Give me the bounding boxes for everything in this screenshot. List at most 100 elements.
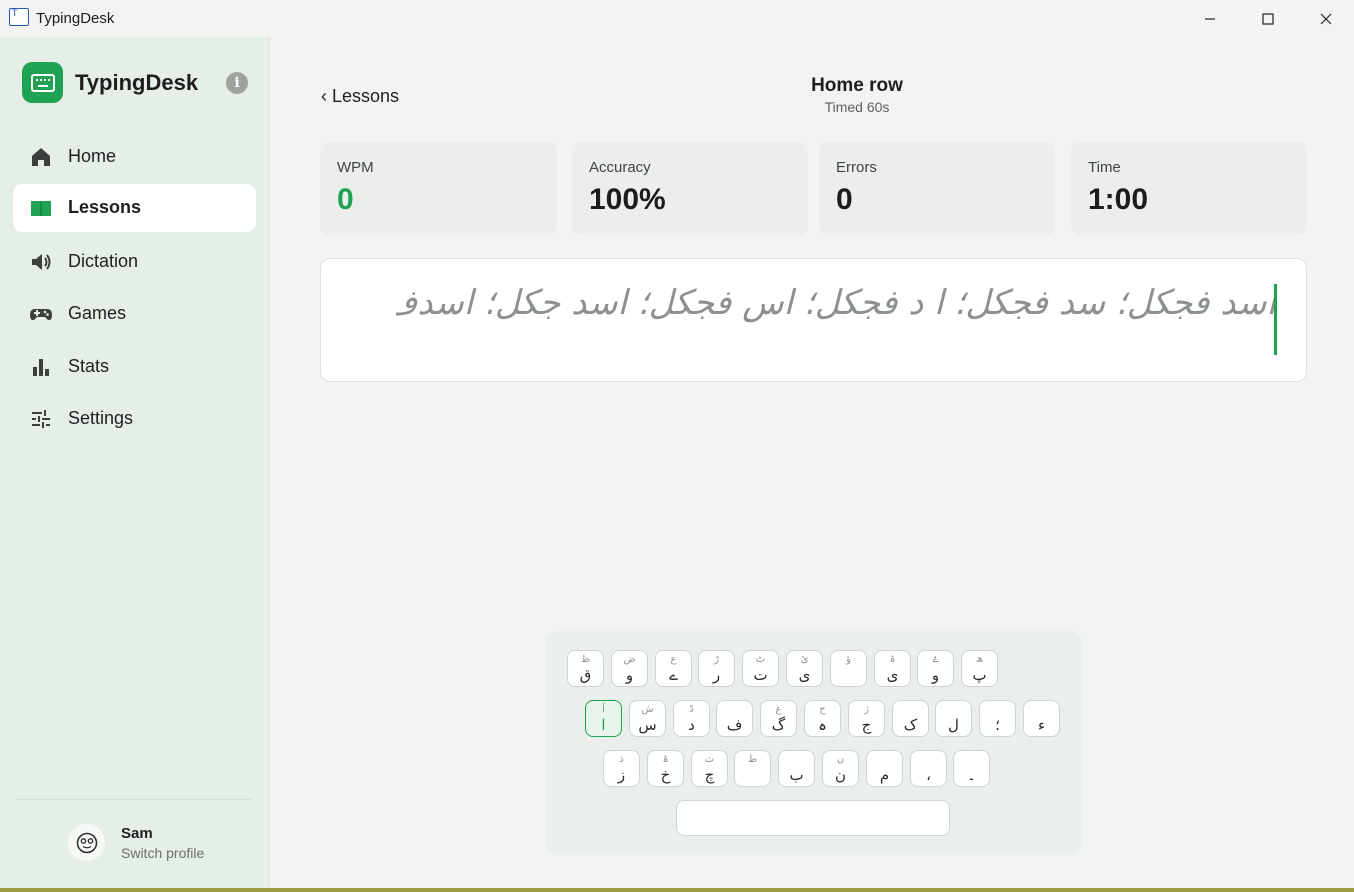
key-shift-char: غ (775, 704, 782, 715)
info-icon[interactable]: i (226, 72, 248, 94)
desktop-strip (0, 888, 1354, 892)
title-bar: T TypingDesk (0, 0, 1354, 37)
sidebar-item-label: Home (68, 146, 117, 166)
sidebar-item-label: Stats (68, 356, 110, 376)
keyboard-key[interactable]: ۃی (874, 650, 911, 687)
keyboard-key[interactable]: ء (1023, 700, 1060, 737)
minimize-button[interactable] (1181, 0, 1239, 37)
home-icon (32, 148, 50, 166)
key-main-char: و (931, 666, 940, 684)
maximize-button[interactable] (1239, 0, 1297, 37)
keyboard-key[interactable]: ۓو (917, 650, 954, 687)
stat-value: 1:00 (1088, 183, 1149, 216)
sidebar: TypingDesk i Home Lessons Dictation Game… (0, 37, 270, 892)
speaker-icon (32, 254, 51, 270)
keyboard-key[interactable]: عے (655, 650, 692, 687)
key-main-char: ؛ (995, 716, 1000, 734)
keyboard-key[interactable]: ک (892, 700, 929, 737)
keyboard-key[interactable]: ب (778, 750, 815, 787)
stat-value: 100% (589, 183, 666, 216)
key-shift-char: ؤ (846, 654, 851, 665)
keyboard-key[interactable]: ، (910, 750, 947, 787)
keyboard-key[interactable]: ظق (567, 650, 604, 687)
keyboard-key[interactable]: شس (629, 700, 666, 737)
key-main-char: چ (704, 766, 715, 784)
bar-chart-icon (33, 359, 49, 376)
keyboard-key[interactable]: ںن (822, 750, 859, 787)
book-icon (31, 201, 51, 216)
key-main-char: ا (601, 716, 606, 734)
profile-name[interactable]: Sam (121, 825, 153, 842)
key-shift-char: ذ (619, 754, 624, 765)
typing-area[interactable]: اسد فجکل؛ سد فجکل؛ ا د فجکل؛ اس فجکل؛ اس… (320, 258, 1307, 382)
keyboard-key[interactable]: ؤ (830, 650, 867, 687)
keyboard-key[interactable]: ۔ (953, 750, 990, 787)
key-shift-char: ژ (864, 704, 869, 715)
sidebar-item-home[interactable]: Home (13, 133, 256, 181)
keyboard-key[interactable]: ڑر (698, 650, 735, 687)
key-shift-char: ظ (580, 654, 591, 665)
sidebar-item-label: Games (68, 303, 127, 323)
sidebar-item-settings[interactable]: Settings (13, 395, 256, 443)
stat-label: WPM (337, 159, 374, 176)
keyboard-key[interactable]: ف (716, 700, 753, 737)
keyboard-key[interactable]: ط (734, 750, 771, 787)
face-icon (76, 832, 97, 853)
keyboard-key[interactable]: ڈد (673, 700, 710, 737)
keyboard-key[interactable]: ذز (603, 750, 640, 787)
lesson-subtitle: Timed 60s (824, 99, 890, 115)
maximize-icon (1262, 12, 1274, 25)
key-shift-char: ٹ (755, 654, 766, 665)
keyboard-key[interactable]: ل (935, 700, 972, 737)
key-main-char: ک (903, 716, 918, 734)
sidebar-item-dictation[interactable]: Dictation (13, 238, 256, 286)
keyboard-key[interactable]: ٹت (742, 650, 779, 687)
space-key[interactable] (676, 800, 950, 836)
switch-profile-link[interactable]: Switch profile (121, 845, 204, 861)
keyboard-key[interactable]: ؛ (979, 700, 1016, 737)
sidebar-item-lessons[interactable]: Lessons (13, 184, 256, 232)
sidebar-item-label: Lessons (68, 197, 142, 217)
sidebar-item-label: Dictation (68, 251, 139, 271)
gamepad-icon (30, 309, 52, 321)
avatar[interactable] (68, 824, 105, 861)
key-main-char: خ (660, 766, 671, 784)
key-shift-char: ۃ (889, 654, 896, 665)
key-main-char: ر (712, 666, 721, 684)
sidebar-item-games[interactable]: Games (13, 290, 256, 338)
stat-label: Accuracy (589, 159, 651, 176)
keyboard-key[interactable]: آا (585, 700, 622, 737)
key-shift-char: ۓ (932, 654, 939, 665)
keyboard-key[interactable]: ژج (848, 700, 885, 737)
app-icon: T (9, 8, 29, 26)
key-shift-char: ئ (800, 654, 809, 665)
key-main-char: ز (617, 766, 626, 784)
stat-card-time: Time 1:00 (1071, 142, 1307, 235)
stat-label: Time (1088, 159, 1121, 176)
stat-card-wpm: WPM 0 (320, 142, 557, 235)
key-shift-char: ض (623, 654, 636, 665)
key-main-char: م (879, 766, 890, 784)
keyboard-key[interactable]: ۂخ (647, 750, 684, 787)
stat-label: Errors (836, 159, 877, 176)
key-shift-char: ڑ (714, 654, 719, 665)
back-to-lessons-link[interactable]: ‹ Lessons (321, 86, 399, 107)
keyboard-key[interactable]: ثچ (691, 750, 728, 787)
key-main-char: گ (771, 716, 786, 734)
sidebar-item-stats[interactable]: Stats (13, 343, 256, 391)
key-shift-char: ع (670, 654, 677, 665)
minimize-icon (1205, 17, 1215, 20)
keyboard-key[interactable]: م (866, 750, 903, 787)
keyboard-key[interactable]: حہ (804, 700, 841, 737)
key-shift-char: ث (704, 754, 715, 765)
keyboard-key[interactable]: ضو (611, 650, 648, 687)
key-main-char: و (625, 666, 634, 684)
close-icon (1320, 13, 1332, 24)
keyboard-logo-icon (22, 62, 63, 103)
key-main-char: ق (579, 666, 592, 684)
key-shift-char: ط (747, 754, 758, 765)
close-button[interactable] (1297, 0, 1354, 37)
keyboard-key[interactable]: غگ (760, 700, 797, 737)
keyboard-key[interactable]: ئی (786, 650, 823, 687)
keyboard-key[interactable]: ھپ (961, 650, 998, 687)
